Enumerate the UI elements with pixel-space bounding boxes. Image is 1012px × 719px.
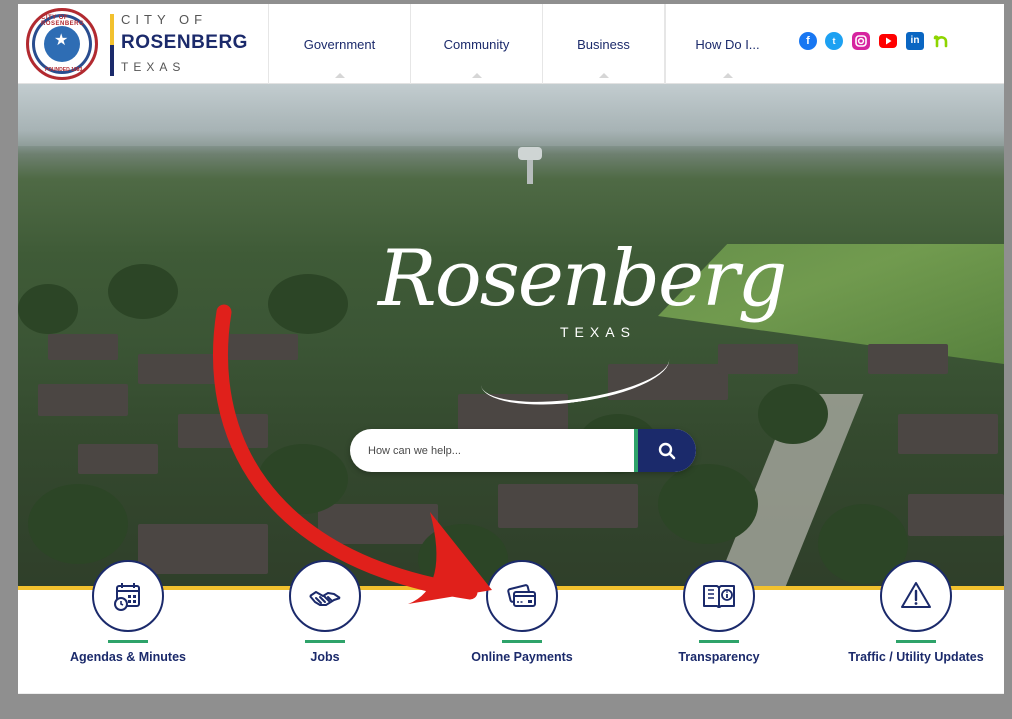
- credit-card-icon: [486, 560, 558, 632]
- caret-up-icon: [598, 73, 609, 78]
- quick-link-underline: [699, 640, 739, 643]
- water-tower-tank: [518, 147, 542, 160]
- quick-link-label: Traffic / Utility Updates: [848, 650, 984, 664]
- rosenberg-script-logo: Rosenberg TEXAS: [378, 224, 787, 415]
- search-icon: [658, 442, 676, 459]
- seal-bottom-text: FOUNDED 1883: [45, 67, 83, 73]
- house-roof: [138, 354, 218, 384]
- quick-link-label: Agendas & Minutes: [70, 650, 186, 664]
- tree: [658, 464, 758, 544]
- facebook-icon[interactable]: f: [799, 32, 817, 50]
- nav-item-community[interactable]: Community: [410, 4, 542, 84]
- house-roof: [898, 414, 998, 454]
- nav-label: Business: [577, 36, 630, 52]
- caret-up-icon: [334, 73, 345, 78]
- tree: [108, 264, 178, 319]
- linkedin-icon[interactable]: in: [906, 32, 924, 50]
- seal-center: ★: [44, 26, 80, 62]
- logo-state: TEXAS: [121, 60, 186, 74]
- handshake-icon: [289, 560, 361, 632]
- instagram-icon[interactable]: [852, 32, 870, 50]
- quick-links: Agendas & Minutes Jobs Online Payments T…: [18, 560, 1004, 694]
- house-roof: [48, 334, 118, 360]
- hero-sky: [18, 84, 1004, 146]
- logo-city-prefix: CITY OF: [121, 12, 208, 27]
- nextdoor-icon[interactable]: [932, 32, 950, 50]
- house-roof: [138, 524, 268, 574]
- quick-link-jobs[interactable]: Jobs: [235, 560, 415, 694]
- star-icon: ★: [54, 32, 69, 49]
- house-roof: [908, 494, 1004, 536]
- logo-swash: [476, 329, 674, 415]
- quick-link-underline: [896, 640, 936, 643]
- quick-link-label: Transparency: [678, 650, 760, 664]
- quick-link-underline: [108, 640, 148, 643]
- logo-divider: [110, 14, 114, 76]
- tree: [268, 274, 348, 334]
- hero-banner: Rosenberg TEXAS: [18, 84, 1004, 586]
- open-book-icon: [683, 560, 755, 632]
- browser-page: CITY OF ROSENBERG ★ FOUNDED 1883 CITY OF…: [18, 4, 1004, 694]
- youtube-icon[interactable]: [879, 34, 897, 48]
- quick-link-traffic-updates[interactable]: Traffic / Utility Updates: [826, 560, 1004, 694]
- logo-city-name: ROSENBERG: [121, 32, 248, 53]
- logo-script-text: Rosenberg: [378, 234, 787, 324]
- nav-item-business[interactable]: Business: [542, 4, 664, 84]
- house-roof: [718, 344, 798, 374]
- nav-label: Community: [443, 36, 510, 52]
- quick-link-online-payments[interactable]: Online Payments: [432, 560, 612, 694]
- tree: [258, 444, 348, 514]
- house-roof: [78, 444, 158, 474]
- twitter-icon[interactable]: t: [825, 32, 843, 50]
- house-roof: [318, 504, 438, 544]
- house-roof: [868, 344, 948, 374]
- nav-label: Government: [303, 36, 376, 52]
- warning-icon: [880, 560, 952, 632]
- quick-link-label: Online Payments: [471, 650, 573, 664]
- quick-link-agendas[interactable]: Agendas & Minutes: [38, 560, 218, 694]
- logo-script-state: TEXAS: [560, 324, 636, 340]
- city-logo[interactable]: CITY OF ROSENBERG ★ FOUNDED 1883 CITY OF…: [26, 8, 271, 80]
- tree: [18, 284, 78, 334]
- search-input[interactable]: [350, 429, 634, 472]
- search-button[interactable]: [638, 429, 696, 472]
- site-header: CITY OF ROSENBERG ★ FOUNDED 1883 CITY OF…: [18, 4, 1004, 84]
- nav-item-government[interactable]: Government: [268, 4, 410, 84]
- calendar-clock-icon: [92, 560, 164, 632]
- seal-top-text: CITY OF ROSENBERG: [41, 15, 85, 27]
- caret-up-icon: [471, 73, 482, 78]
- house-roof: [228, 334, 298, 360]
- house-roof: [498, 484, 638, 528]
- quick-link-label: Jobs: [310, 650, 340, 664]
- social-links: f t in: [665, 4, 1004, 84]
- tree: [28, 484, 128, 564]
- quick-link-transparency[interactable]: Transparency: [629, 560, 809, 694]
- site-search: [350, 429, 696, 472]
- house-roof: [178, 414, 268, 448]
- tree: [758, 384, 828, 444]
- house-roof: [38, 384, 128, 416]
- quick-link-underline: [305, 640, 345, 643]
- city-seal-icon: CITY OF ROSENBERG ★ FOUNDED 1883: [26, 8, 98, 80]
- quick-link-underline: [502, 640, 542, 643]
